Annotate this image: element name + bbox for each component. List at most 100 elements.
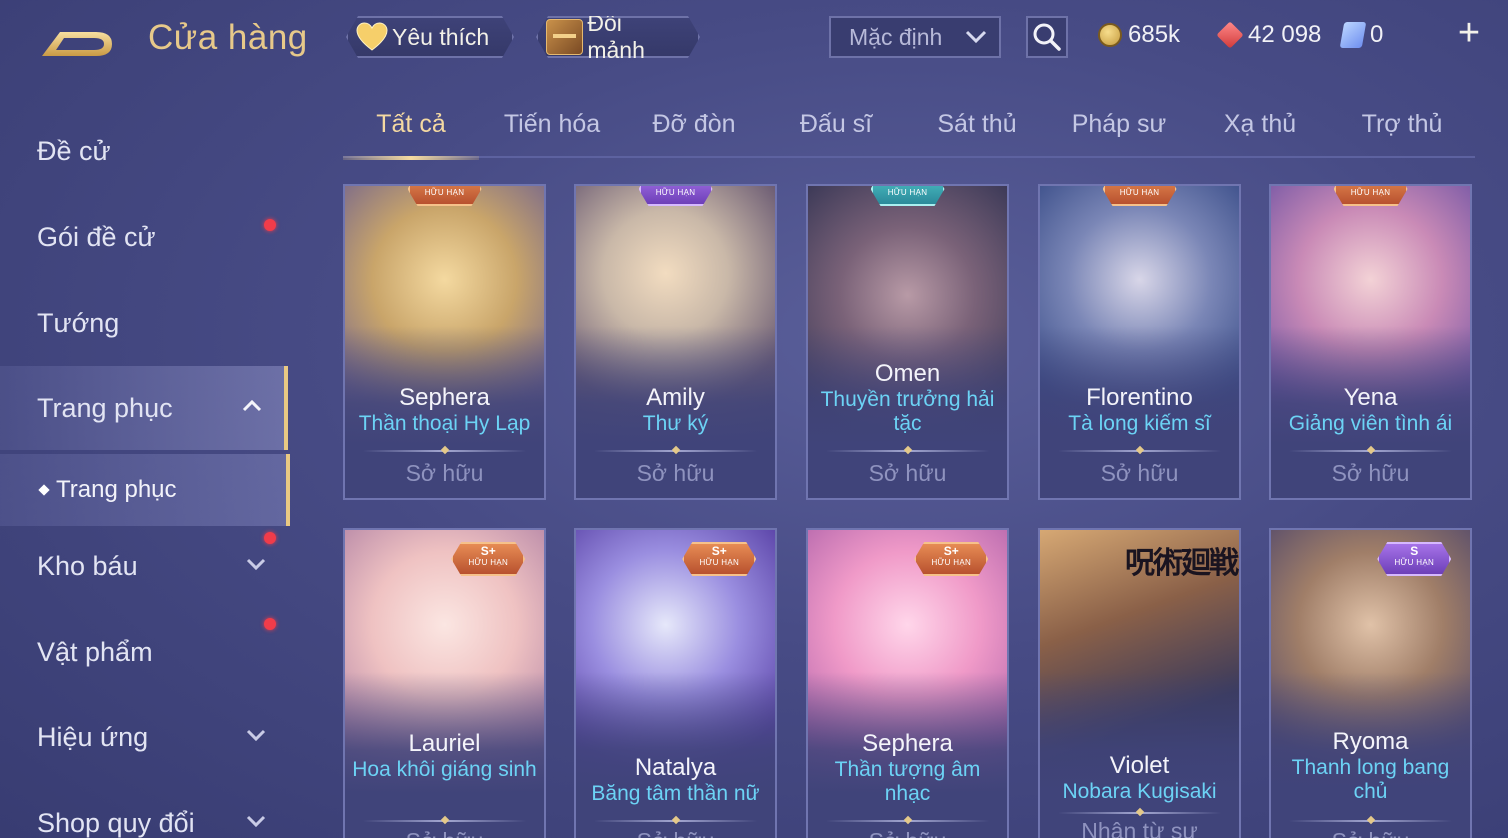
- skin-card-lauriel-christmas[interactable]: S+HỮU HẠN Lauriel Hoa khôi giáng sinh Sở…: [343, 528, 546, 838]
- sidebar-item-recommended[interactable]: Đề cử: [0, 109, 288, 193]
- skin-name: Tà long kiếm sĩ: [1068, 412, 1211, 435]
- sidebar-item-label: Kho báu: [37, 550, 138, 581]
- skin-card-florentino-dragon[interactable]: HỮU HẠN Florentino Tà long kiếm sĩ Sở hữ…: [1038, 184, 1241, 500]
- tab-tank[interactable]: Đỡ đòn: [626, 110, 762, 156]
- sidebar-subitem-skins[interactable]: Trang phục: [0, 454, 290, 526]
- hero-name: Ryoma: [1332, 728, 1409, 755]
- hero-name: Sephera: [399, 384, 490, 411]
- skin-name: Nobara Kugisaki: [1062, 780, 1217, 803]
- sidebar-item-treasure[interactable]: Kho báu: [0, 524, 288, 608]
- tab-all[interactable]: Tất cả: [343, 110, 479, 160]
- sidebar-item-heroes[interactable]: Tướng: [0, 281, 288, 365]
- sidebar-item-label: Đề cử: [37, 135, 111, 166]
- skin-card-violet-nobara[interactable]: 呪術廻戦 Violet Nobara Kugisaki Nhận từ sự: [1038, 528, 1241, 838]
- divider: [826, 820, 989, 822]
- notification-dot: [264, 532, 276, 544]
- chevron-down-icon: [965, 30, 987, 44]
- ownership-status: Sở hữu: [576, 828, 775, 838]
- tab-support[interactable]: Trợ thủ: [1334, 110, 1470, 156]
- tab-assassin[interactable]: Sát thủ: [909, 110, 1045, 156]
- sidebar-item-label: Tướng: [37, 307, 120, 338]
- skin-card-amily-secretary[interactable]: HỮU HẠN Amily Thư ký Sở hữu: [574, 184, 777, 500]
- hero-name: Omen: [874, 360, 941, 387]
- gold-balance: 685k: [1098, 18, 1180, 52]
- divider: [363, 450, 526, 452]
- hero-name: Sephera: [862, 730, 953, 757]
- limited-badge: HỮU HẠN: [1334, 184, 1408, 206]
- limited-badge: HỮU HẠN: [1103, 184, 1177, 206]
- ticket-balance: 0: [1339, 18, 1384, 52]
- voucher-gem-icon: [1216, 21, 1244, 49]
- divider: [1058, 450, 1221, 452]
- ownership-status: Nhận từ sự: [1081, 818, 1198, 838]
- sidebar-item-recommended-bundles[interactable]: Gói đề cử: [0, 195, 288, 279]
- divider: [1289, 450, 1452, 452]
- hero-name: Yena: [1343, 384, 1398, 411]
- skin-name: Giảng viên tình ái: [1288, 412, 1453, 435]
- top-bar: Cửa hàng Yêu thích Đổi mảnh Mặc định 685…: [0, 0, 1508, 80]
- skin-name: Hoa khôi giáng sinh: [352, 758, 537, 781]
- skin-card-sephera-greek[interactable]: HỮU HẠN Sephera Thần thoại Hy Lạp Sở hữu: [343, 184, 546, 500]
- treasure-chest-icon: [546, 19, 583, 55]
- skin-card-ryoma-gang[interactable]: SHỮU HẠN Ryoma Thanh long bang chủ Sở hữ…: [1269, 528, 1472, 838]
- voucher-amount: 42 098: [1248, 21, 1322, 48]
- gold-amount: 685k: [1128, 21, 1181, 48]
- ownership-status: Sở hữu: [1331, 460, 1410, 486]
- skin-card-omen-pirate[interactable]: HỮU HẠN Omen Thuyền trưởng hải tặc Sở hữ…: [806, 184, 1009, 500]
- tab-evolution[interactable]: Tiến hóa: [484, 110, 620, 156]
- skin-card-sephera-idol[interactable]: S+HỮU HẠN Sephera Thần tượng âm nhạc Sở …: [806, 528, 1009, 838]
- tab-fighter[interactable]: Đấu sĩ: [768, 110, 904, 156]
- page-title: Cửa hàng: [148, 18, 308, 57]
- chevron-up-icon: [242, 400, 262, 412]
- back-button[interactable]: [38, 20, 118, 66]
- search-button[interactable]: [1026, 16, 1068, 58]
- skin-card-natalya-ice[interactable]: S+HỮU HẠN Natalya Băng tâm thần nữ Sở hữ…: [574, 528, 777, 838]
- skin-name: Thần thoại Hy Lạp: [358, 412, 531, 435]
- chevron-down-icon: [246, 558, 266, 570]
- heart-icon: [356, 22, 388, 52]
- skin-card-yena-lecturer[interactable]: HỮU HẠN Yena Giảng viên tình ái Sở hữu: [1269, 184, 1472, 500]
- sidebar-item-items[interactable]: Vật phẩm: [0, 610, 288, 694]
- skin-name: Thuyền trưởng hải tặc: [820, 388, 995, 435]
- limited-badge: S+ HỮU HẠN: [451, 542, 525, 576]
- ownership-status: Sở hữu: [1100, 460, 1179, 486]
- ownership-status: Sở hữu: [636, 460, 715, 486]
- ownership-status: Sở hữu: [405, 460, 484, 486]
- tab-mage[interactable]: Pháp sư: [1051, 110, 1187, 156]
- sort-dropdown[interactable]: Mặc định: [829, 16, 1001, 58]
- voucher-balance: 42 098: [1216, 18, 1322, 52]
- chevron-down-icon: [246, 815, 266, 827]
- role-filter-tabs: Tất cả Tiến hóa Đỡ đòn Đấu sĩ Sát thủ Ph…: [343, 100, 1475, 160]
- sidebar-item-label: Vật phẩm: [37, 636, 153, 667]
- limited-badge: HỮU HẠN: [871, 184, 945, 206]
- add-currency-button[interactable]: +: [1452, 14, 1486, 52]
- sidebar-subitem-label: Trang phục: [56, 476, 177, 503]
- limited-badge: HỮU HẠN: [408, 184, 482, 206]
- tab-marksman[interactable]: Xạ thủ: [1192, 110, 1328, 156]
- exchange-fragments-button[interactable]: Đổi mảnh: [536, 16, 700, 58]
- divider: [594, 820, 757, 822]
- collab-logo-text: 呪術廻戦: [1125, 546, 1239, 581]
- exchange-fragments-label: Đổi mảnh: [587, 10, 645, 63]
- hero-name: Amily: [646, 384, 705, 411]
- sidebar: Đề cử Gói đề cử Tướng Trang phục Trang p…: [0, 105, 292, 838]
- favorites-button[interactable]: Yêu thích: [346, 16, 514, 58]
- ownership-status: Sở hữu: [1271, 828, 1470, 838]
- gold-coin-icon: [1098, 23, 1122, 47]
- ownership-status: Sở hữu: [868, 460, 947, 486]
- hero-name: Lauriel: [408, 730, 481, 757]
- sidebar-item-skins[interactable]: Trang phục: [0, 366, 288, 450]
- notification-dot: [264, 618, 276, 630]
- divider: [594, 450, 757, 452]
- divider: [1289, 820, 1452, 822]
- chevron-down-icon: [246, 729, 266, 741]
- back-arrow-icon: [42, 32, 112, 56]
- ownership-status: Sở hữu: [808, 828, 1007, 838]
- ticket-amount: 0: [1370, 21, 1384, 48]
- sidebar-item-exchange-shop[interactable]: Shop quy đổi: [0, 781, 288, 838]
- bullet-icon: [38, 484, 50, 496]
- skin-name: Băng tâm thần nữ: [591, 782, 760, 805]
- ticket-icon: [1339, 22, 1367, 48]
- hero-name: Natalya: [634, 754, 717, 781]
- sidebar-item-effects[interactable]: Hiệu ứng: [0, 695, 288, 779]
